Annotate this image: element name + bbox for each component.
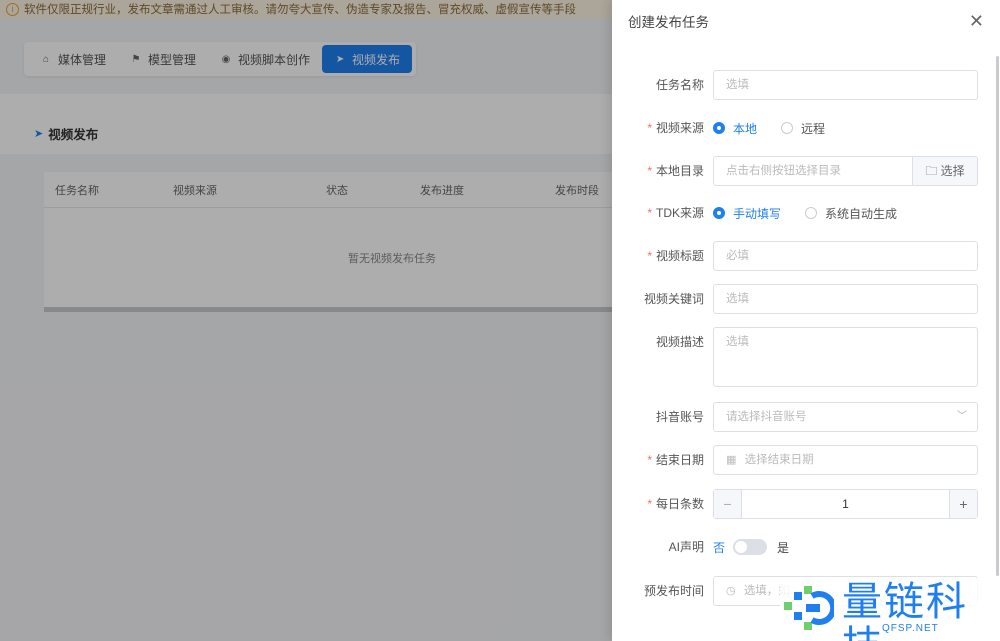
form-row-tdk-source: * TDK来源 手动填写 系统自动生成 <box>612 198 1000 228</box>
decrement-button[interactable]: − <box>714 490 742 518</box>
drawer-header: 创建发布任务 ✕ <box>612 0 1000 42</box>
create-task-drawer: 创建发布任务 ✕ 任务名称 选填 * 视频来源 本地 远程 * 本地目录 点击右侧按… <box>612 0 1000 641</box>
chevron-down-icon: ﹀ <box>957 411 967 422</box>
daily-count-value[interactable]: 1 <box>742 490 949 518</box>
watermark-logo: 量链科技 QFSP.NET <box>780 578 1000 641</box>
folder-icon: 🗀 <box>925 164 938 178</box>
form-row-video-title: * 视频标题 必填 <box>612 241 1000 271</box>
video-source-radio-group: 本地 远程 <box>713 113 849 143</box>
ai-statement-toggle-group: 否 是 <box>713 532 789 562</box>
choose-dir-button[interactable]: 🗀 选择 <box>912 156 978 186</box>
form-row-video-desc: 视频描述 选填 <box>612 327 1000 387</box>
video-desc-textarea[interactable]: 选填 <box>713 327 978 387</box>
field-label: * 每日条数 <box>647 497 704 511</box>
form-row-task-name: 任务名称 选填 <box>612 70 1000 100</box>
tdk-source-radio-group: 手动填写 系统自动生成 <box>713 198 921 228</box>
field-label: AI声明 <box>668 540 704 554</box>
field-label: * 本地目录 <box>647 164 704 178</box>
field-label: * 视频来源 <box>647 121 704 135</box>
brand-logo-icon <box>784 586 834 630</box>
drawer-title: 创建发布任务 <box>628 15 709 30</box>
watermark-url: QFSP.NET <box>882 623 939 634</box>
radio-auto-generate[interactable]: 系统自动生成 <box>805 205 897 222</box>
form-row-video-source: * 视频来源 本地 远程 <box>612 113 1000 143</box>
form-row-local-dir: * 本地目录 点击右侧按钮选择目录 🗀 选择 <box>612 156 1000 186</box>
field-label: 视频关键词 <box>643 292 704 306</box>
toggle-off-label: 否 <box>713 540 726 555</box>
douyin-account-select[interactable]: 请选择抖音账号 ﹀ <box>713 402 978 432</box>
field-label: 视频描述 <box>655 335 704 349</box>
toggle-on-label: 是 <box>777 540 790 555</box>
field-label: * 视频标题 <box>647 249 704 263</box>
form-row-daily-count: * 每日条数 − 1 + <box>612 489 1000 519</box>
task-name-input[interactable]: 选填 <box>713 70 978 100</box>
local-dir-input[interactable]: 点击右侧按钮选择目录 <box>713 156 913 186</box>
form-row-ai-statement: AI声明 否 是 <box>612 532 1000 562</box>
radio-manual[interactable]: 手动填写 <box>713 205 781 222</box>
form-row-douyin-account: 抖音账号 请选择抖音账号 ﹀ <box>612 402 1000 432</box>
calendar-icon: ▦ <box>726 454 737 466</box>
increment-button[interactable]: + <box>949 490 977 518</box>
video-title-input[interactable]: 必填 <box>713 241 978 271</box>
radio-local[interactable]: 本地 <box>713 120 757 137</box>
field-label: 抖音账号 <box>655 410 704 424</box>
field-label: 任务名称 <box>655 78 704 92</box>
end-date-picker[interactable]: ▦ 选择结束日期 <box>713 445 978 475</box>
field-label: * 结束日期 <box>647 453 704 467</box>
form-row-end-date: * 结束日期 ▦ 选择结束日期 <box>612 445 1000 475</box>
ai-statement-switch[interactable] <box>733 539 768 555</box>
form-row-video-keywords: 视频关键词 选填 <box>612 284 1000 314</box>
field-label: * TDK来源 <box>647 206 704 220</box>
field-label: 预发布时间 <box>643 584 704 598</box>
close-icon[interactable]: ✕ <box>969 12 984 30</box>
daily-count-stepper: − 1 + <box>713 489 978 519</box>
video-keywords-input[interactable]: 选填 <box>713 284 978 314</box>
clock-icon: ◷ <box>726 585 736 597</box>
radio-remote[interactable]: 远程 <box>781 120 825 137</box>
